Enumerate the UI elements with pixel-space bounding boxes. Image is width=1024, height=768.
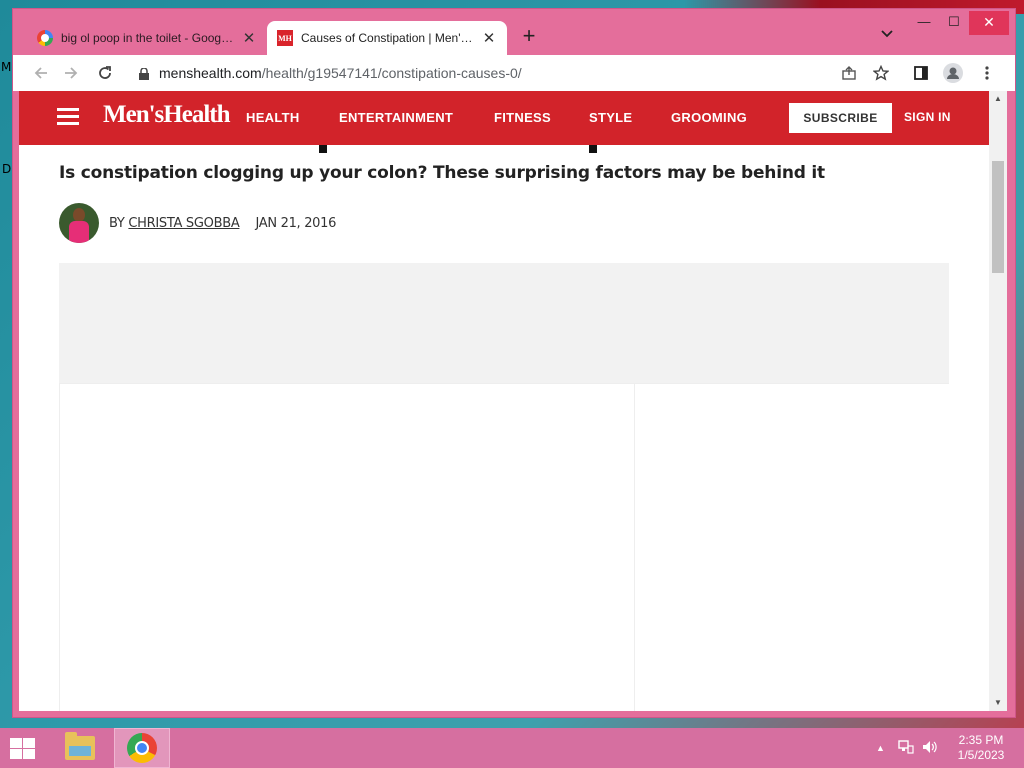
more-menu-icon[interactable] xyxy=(975,61,999,85)
forward-arrow-icon[interactable] xyxy=(59,61,83,85)
nav-grooming[interactable]: GROOMING xyxy=(671,110,747,125)
content-divider-right xyxy=(635,383,949,384)
tab-title: big ol poop in the toilet - Google Searc… xyxy=(61,31,235,45)
ad-placeholder xyxy=(59,263,949,383)
file-explorer-icon[interactable] xyxy=(52,728,108,768)
maximize-button[interactable]: ☐ xyxy=(939,11,969,35)
bookmark-star-icon[interactable] xyxy=(869,61,893,85)
tab-search-chevron-icon[interactable] xyxy=(877,27,897,47)
chrome-icon[interactable] xyxy=(114,728,170,768)
tab-google-search[interactable]: big ol poop in the toilet - Google Searc… xyxy=(27,21,267,55)
tab-strip: big ol poop in the toilet - Google Searc… xyxy=(13,9,1015,55)
tab-menshealth[interactable]: MH Causes of Constipation | Men's Health… xyxy=(267,21,507,55)
headline-clipped xyxy=(59,145,959,153)
show-hidden-icons-chevron-icon[interactable]: ▲ xyxy=(876,743,885,753)
minimize-button[interactable]: — xyxy=(909,11,939,35)
tab-title: Causes of Constipation | Men's Health xyxy=(301,31,475,45)
new-tab-button[interactable]: + xyxy=(517,25,541,49)
nav-entertainment[interactable]: ENTERTAINMENT xyxy=(339,110,453,125)
byline: BY CHRISTA SGOBBA JAN 21, 2016 xyxy=(59,203,336,243)
subscribe-button[interactable]: SUBSCRIBE xyxy=(789,103,892,133)
clock-date: 1/5/2023 xyxy=(957,748,1005,762)
profile-avatar-icon[interactable] xyxy=(941,61,965,85)
window-close-button[interactable]: ✕ xyxy=(969,11,1009,35)
close-tab-icon[interactable]: ✕ xyxy=(241,30,257,47)
taskbar-clock[interactable]: 2:35 PM 1/5/2023 xyxy=(950,733,1012,763)
nav-health[interactable]: HEALTH xyxy=(246,110,300,125)
nav-style[interactable]: STYLE xyxy=(589,110,632,125)
google-icon xyxy=(37,30,53,46)
volume-icon[interactable] xyxy=(922,740,938,757)
address-bar[interactable]: menshealth.com/health/g19547141/constipa… xyxy=(129,59,949,87)
browser-toolbar: menshealth.com/health/g19547141/constipa… xyxy=(13,55,1015,91)
site-header: Men'sHealth HEALTH ENTERTAINMENT FITNESS… xyxy=(19,91,989,145)
author-avatar[interactable] xyxy=(59,203,99,243)
network-icon[interactable] xyxy=(898,740,914,757)
content-area-left xyxy=(59,383,635,711)
scroll-down-arrow-icon[interactable]: ▼ xyxy=(989,695,1007,711)
close-tab-icon[interactable]: ✕ xyxy=(481,30,497,47)
site-logo[interactable]: Men'sHealth xyxy=(103,101,230,129)
scroll-up-arrow-icon[interactable]: ▲ xyxy=(989,91,1007,107)
nav-fitness[interactable]: FITNESS xyxy=(494,110,551,125)
page-viewport: Men'sHealth HEALTH ENTERTAINMENT FITNESS… xyxy=(19,91,989,711)
clock-time: 2:35 PM xyxy=(958,733,1004,747)
hamburger-menu-icon[interactable] xyxy=(57,108,79,126)
desktop-icon-label: M xyxy=(1,60,12,74)
vertical-scrollbar[interactable]: ▲ ▼ xyxy=(989,91,1007,711)
article-dek: Is constipation clogging up your colon? … xyxy=(59,163,825,183)
sign-in-link[interactable]: SIGN IN xyxy=(904,110,951,124)
lock-icon[interactable] xyxy=(139,67,149,80)
byline-author: BY CHRISTA SGOBBA xyxy=(109,215,240,231)
reload-icon[interactable] xyxy=(93,61,117,85)
back-arrow-icon[interactable] xyxy=(29,61,53,85)
share-icon[interactable] xyxy=(837,61,861,85)
url-text[interactable]: menshealth.com/health/g19547141/constipa… xyxy=(159,65,522,81)
browser-window: big ol poop in the toilet - Google Searc… xyxy=(12,8,1016,718)
menshealth-icon: MH xyxy=(277,30,293,46)
side-panel-icon[interactable] xyxy=(909,61,933,85)
publish-date: JAN 21, 2016 xyxy=(255,215,337,231)
scrollbar-thumb[interactable] xyxy=(992,161,1004,273)
desktop-icon-label: D xyxy=(2,162,12,176)
taskbar: ▲ 2:35 PM 1/5/2023 xyxy=(0,728,1024,768)
windows-start-icon[interactable] xyxy=(8,736,36,760)
author-link[interactable]: CHRISTA SGOBBA xyxy=(128,216,239,231)
